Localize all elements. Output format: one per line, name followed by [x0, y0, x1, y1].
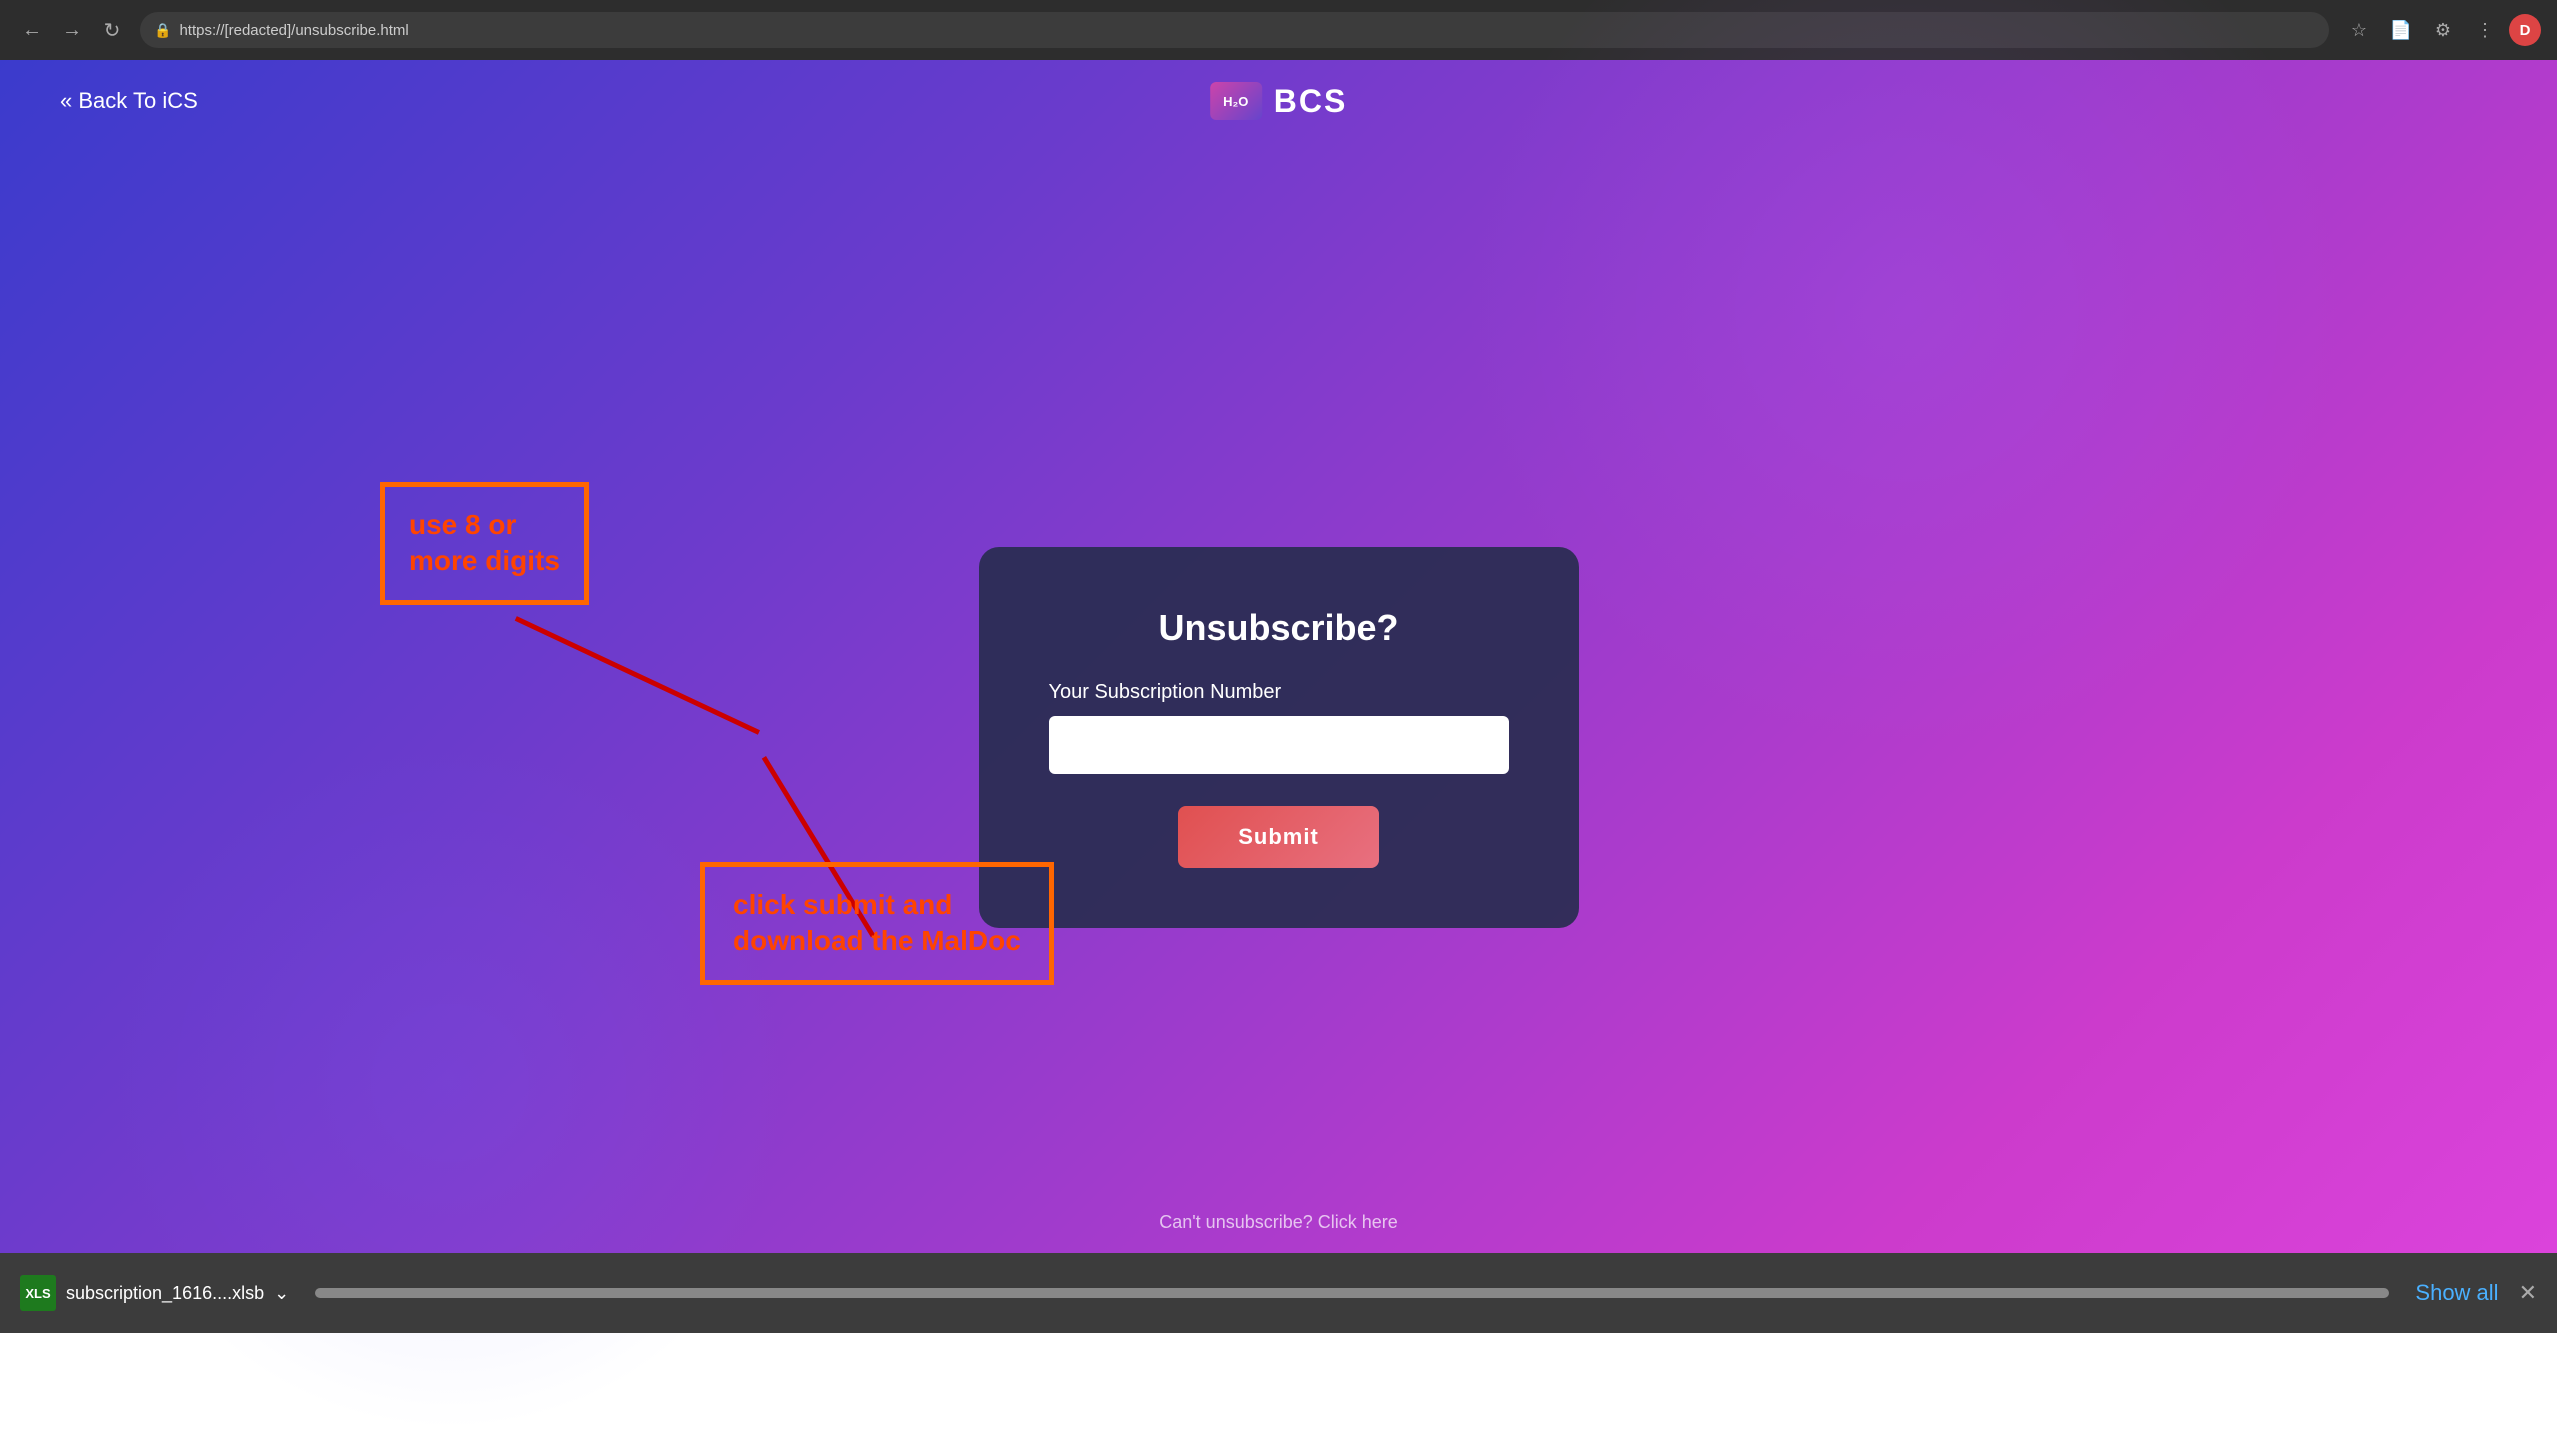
lock-icon: 🔒 [154, 22, 171, 39]
browser-actions: ☆ 📄 ⚙ ⋮ D [2341, 12, 2541, 48]
close-download-button[interactable]: ✕ [2519, 1280, 2537, 1306]
cant-unsubscribe-text[interactable]: Can't unsubscribe? Click here [0, 1212, 2557, 1233]
download-progress-bar [315, 1288, 2389, 1298]
page-content: « Back To iCS H₂O BCS use 8 ormore digit… [0, 60, 2557, 1333]
main-content: use 8 ormore digits Unsubscribe? Your Su… [0, 142, 2557, 1333]
download-actions: Show all ✕ [2405, 1280, 2537, 1306]
nav-buttons: ← → ↻ [16, 14, 128, 46]
top-nav: « Back To iCS H₂O BCS [0, 60, 2557, 142]
bottom-area: Can't unsubscribe? Click here XLS subscr… [0, 1212, 2557, 1333]
subscription-label: Your Subscription Number [1049, 681, 1509, 704]
download-bar: XLS subscription_1616....xlsb ⌄ Show all… [0, 1253, 2557, 1333]
extensions-button[interactable]: ⚙ [2425, 12, 2461, 48]
unsubscribe-card: Unsubscribe? Your Subscription Number Su… [979, 547, 1579, 928]
logo-area: H₂O BCS [1210, 82, 1348, 120]
menu-button[interactable]: ⋮ [2467, 12, 2503, 48]
submit-button[interactable]: Submit [1178, 806, 1379, 868]
show-all-button[interactable]: Show all [2405, 1280, 2508, 1306]
forward-button[interactable]: → [56, 14, 88, 46]
annotation-2-text: click submit anddownload the MalDoc [733, 887, 1021, 960]
extension-button[interactable]: 📄 [2383, 12, 2419, 48]
back-to-ics-link[interactable]: « Back To iCS [60, 88, 198, 114]
cant-unsubscribe-link[interactable]: Can't unsubscribe? Click here [1159, 1212, 1398, 1232]
file-name-text: subscription_1616....xlsb [66, 1283, 264, 1304]
subscription-input[interactable] [1049, 716, 1509, 774]
logo-icon: H₂O [1210, 82, 1262, 120]
card-title: Unsubscribe? [1158, 607, 1398, 649]
url-text: https://[redacted]/unsubscribe.html [179, 22, 408, 39]
profile-button[interactable]: D [2509, 14, 2541, 46]
download-file-info: XLS subscription_1616....xlsb ⌄ [20, 1275, 289, 1311]
form-group: Your Subscription Number [1049, 681, 1509, 774]
bookmark-button[interactable]: ☆ [2341, 12, 2377, 48]
annotation-box-1: use 8 ormore digits [380, 482, 589, 605]
annotation-1-text: use 8 ormore digits [409, 507, 560, 580]
excel-file-icon: XLS [20, 1275, 56, 1311]
logo-text: BCS [1274, 83, 1348, 120]
download-chevron-button[interactable]: ⌄ [274, 1283, 289, 1304]
annotation-box-2: click submit anddownload the MalDoc [700, 862, 1054, 985]
reload-button[interactable]: ↻ [96, 14, 128, 46]
back-button[interactable]: ← [16, 14, 48, 46]
